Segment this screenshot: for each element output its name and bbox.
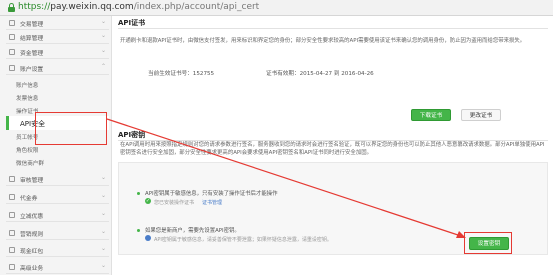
highlight-box bbox=[35, 112, 107, 145]
settle-icon bbox=[9, 34, 15, 40]
chevron-down-icon: ⌄ bbox=[100, 174, 106, 181]
discount-icon bbox=[9, 212, 15, 218]
audit-icon bbox=[9, 176, 15, 182]
nav-group-label: 营销规则 bbox=[20, 232, 44, 238]
sidebar-item-invoice[interactable]: 发票信息 bbox=[16, 94, 38, 102]
chevron-down-icon: ⌄ bbox=[100, 32, 106, 39]
nav-group-audit[interactable]: 审核管理 ⌄ bbox=[6, 172, 109, 186]
address-bar[interactable]: https://pay.weixin.qq.com/index.php/acco… bbox=[0, 0, 553, 16]
divider bbox=[118, 28, 548, 29]
nav-group-settle[interactable]: 结算管理 ⌄ bbox=[6, 30, 109, 44]
nav-group-advanced[interactable]: 高级业务 ⌄ bbox=[6, 260, 109, 274]
nav-group-label: 审核管理 bbox=[20, 178, 44, 184]
chevron-down-icon: ⌄ bbox=[100, 18, 106, 25]
nav-group-label: 账户设置 bbox=[20, 67, 44, 73]
chevron-down-icon: ⌄ bbox=[100, 192, 106, 199]
key-section-title: API密钥 bbox=[118, 131, 146, 139]
nav-group-marketing[interactable]: 营销规则 ⌄ bbox=[6, 226, 109, 240]
chevron-down-icon: ⌄ bbox=[100, 47, 106, 54]
sidebar: 交易管理 ⌄ 结算管理 ⌄ 资金管理 ⌄ 账户设置 ⌃ 账户信息 发票信息 操作… bbox=[0, 16, 112, 275]
chevron-down-icon: ⌄ bbox=[100, 228, 106, 235]
nav-group-label: 资金管理 bbox=[20, 51, 44, 57]
advanced-icon bbox=[9, 264, 15, 270]
sidebar-item-roles[interactable]: 角色权限 bbox=[16, 146, 38, 154]
bullet-icon bbox=[137, 229, 140, 232]
nav-group-trade[interactable]: 交易管理 ⌄ bbox=[6, 16, 109, 30]
cert-serial-value: 152755 bbox=[192, 71, 215, 77]
chevron-down-icon: ⌄ bbox=[100, 262, 106, 269]
nav-group-label: 代金券 bbox=[20, 196, 38, 202]
nav-group-label: 交易管理 bbox=[20, 22, 44, 28]
redpack-icon bbox=[9, 247, 15, 253]
nav-group-label: 结算管理 bbox=[20, 36, 44, 42]
sidebar-item-account-info[interactable]: 账户信息 bbox=[16, 81, 38, 89]
nav-group-redpack[interactable]: 现金红包 ⌄ bbox=[6, 243, 109, 257]
url-host: pay.weixin.qq.com bbox=[50, 2, 134, 12]
bullet-icon bbox=[137, 192, 140, 195]
coupon-icon bbox=[9, 194, 15, 200]
key-description: 在API调用时用来按照指定规则对您的请求参数进行签名，服务器收到您的请求时会进行… bbox=[120, 142, 545, 156]
marketing-icon bbox=[9, 230, 15, 236]
nav-group-account[interactable]: 账户设置 ⌃ bbox=[6, 61, 109, 75]
cert-serial-label: 当前生效证书号： bbox=[148, 71, 193, 77]
nav-group-coupon[interactable]: 代金券 ⌄ bbox=[6, 190, 109, 204]
cert-validity-label: 证书有效期： bbox=[266, 71, 300, 77]
funds-icon bbox=[9, 49, 15, 55]
highlight-box bbox=[464, 232, 512, 254]
cert-validity: 证书有效期：2015-04-27 到 2016-04-26 bbox=[266, 69, 374, 77]
info-icon bbox=[145, 235, 151, 241]
account-icon bbox=[9, 65, 15, 71]
cert-manage-link[interactable]: 证书管理 bbox=[202, 199, 222, 206]
download-cert-button[interactable]: 下载证书 bbox=[411, 109, 451, 121]
chevron-down-icon: ⌄ bbox=[100, 245, 106, 252]
cert-section-title: API证书 bbox=[118, 19, 146, 27]
nav-group-label: 高级业务 bbox=[20, 266, 44, 272]
check-icon: ✓ bbox=[145, 198, 151, 204]
chevron-up-icon: ⌃ bbox=[100, 63, 106, 70]
cert-serial: 当前生效证书号：152755 bbox=[148, 69, 214, 77]
trade-icon bbox=[9, 20, 15, 26]
key-sensitive-warning: API密钥属于敏感信息，请妥善保管不要泄露；如果怀疑信息泄露，请重设密钥。 bbox=[154, 237, 332, 243]
cert-validity-value: 2015-04-27 到 2016-04-26 bbox=[299, 71, 374, 77]
sidebar-item-merchant-group[interactable]: 微信商户群 bbox=[16, 159, 44, 167]
url-path: /index.php/account/api_cert bbox=[133, 2, 260, 12]
url-scheme: https:// bbox=[18, 2, 51, 12]
chevron-down-icon: ⌄ bbox=[100, 210, 106, 217]
url-text[interactable]: https://pay.weixin.qq.com/index.php/acco… bbox=[18, 2, 259, 12]
cert-installed-status: 您已安装操作证书 bbox=[154, 200, 195, 206]
nav-group-funds[interactable]: 资金管理 ⌄ bbox=[6, 45, 109, 59]
nav-group-discount[interactable]: 立减优惠 ⌄ bbox=[6, 208, 109, 222]
update-cert-button[interactable]: 更改证书 bbox=[461, 109, 501, 121]
key-sensitive-note: API密钥属于敏感信息，只有安装了操作证书后才能操作 bbox=[145, 191, 278, 197]
nav-group-label: 现金红包 bbox=[20, 249, 44, 255]
cert-description: 开通刷卡和退款API证书时，由微信支付签发，用来标识和界定您的身份；部分安全性要… bbox=[120, 38, 526, 44]
divider bbox=[118, 140, 548, 141]
nav-group-label: 立减优惠 bbox=[20, 214, 44, 220]
lock-icon bbox=[7, 3, 16, 12]
new-merchant-note: 如果您是新商户，需要先设置API密钥。 bbox=[145, 228, 240, 234]
